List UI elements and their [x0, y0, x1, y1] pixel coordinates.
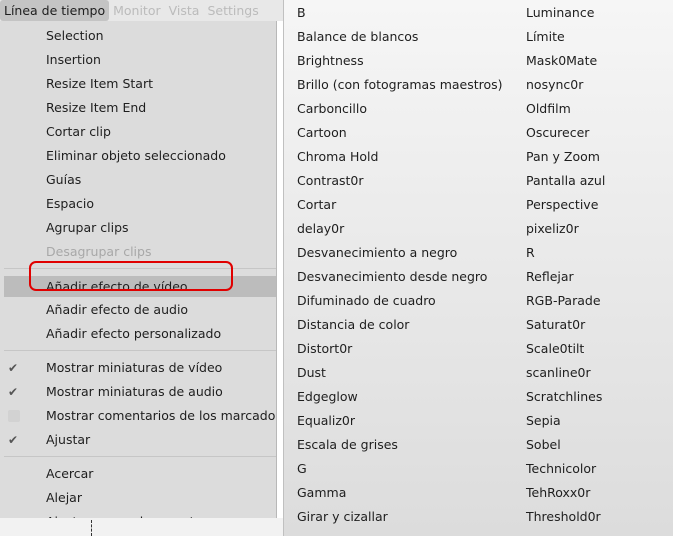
effect-item[interactable]: pixeliz0r [526, 217, 579, 241]
effect-item[interactable]: Girar y cizallar [297, 505, 388, 529]
effect-item[interactable]: Cortar [297, 193, 336, 217]
menu-item-anadir-efecto-personalizado[interactable]: Añadir efecto personalizado [0, 322, 276, 346]
effect-item[interactable]: Threshold0r [526, 505, 601, 529]
effect-item[interactable]: delay0r [297, 217, 344, 241]
menubar-settings[interactable]: Settings [203, 0, 262, 21]
effect-item[interactable]: R [526, 241, 535, 265]
checkbox-empty-icon[interactable] [8, 410, 20, 422]
effect-item[interactable]: Saturat0r [526, 313, 585, 337]
menu-item-selection[interactable]: Selection [0, 24, 276, 48]
menu-item-espacio[interactable]: Espacio [0, 192, 276, 216]
menu-item-label: Ajustar [46, 432, 91, 447]
menu-item-label: Cortar clip [46, 124, 111, 139]
menu-item-agrupar-clips[interactable]: Agrupar clips [0, 216, 276, 240]
checkmark-icon[interactable]: ✔ [8, 380, 22, 404]
menu-item-mostrar-miniaturas-de-video[interactable]: ✔ Mostrar miniaturas de vídeo [0, 356, 276, 380]
menu-item-label: Acercar [46, 466, 94, 481]
checkmark-icon[interactable]: ✔ [8, 356, 22, 380]
menu-item-label: Desagrupar clips [46, 244, 152, 259]
menu-separator [4, 350, 276, 351]
menu-item-insertion[interactable]: Insertion [0, 48, 276, 72]
effect-item[interactable]: Brillo (con fotogramas maestros) [297, 73, 503, 97]
menu-item-acercar[interactable]: Acercar [0, 462, 276, 486]
menubar-vista[interactable]: Vista [165, 0, 204, 21]
menu-item-anadir-efecto-de-audio[interactable]: Añadir efecto de audio [0, 298, 276, 322]
effect-item[interactable]: Límite [526, 25, 565, 49]
menu-item-resize-item-start[interactable]: Resize Item Start [0, 72, 276, 96]
effect-item[interactable]: Technicolor [526, 457, 596, 481]
effect-item[interactable]: Dust [297, 361, 326, 385]
effect-item[interactable]: Pan y Zoom [526, 145, 600, 169]
effect-item[interactable]: Chroma Hold [297, 145, 378, 169]
effect-item[interactable]: Scratchlines [526, 385, 602, 409]
menu-item-label: Mostrar miniaturas de vídeo [46, 360, 223, 375]
effect-item[interactable]: Distort0r [297, 337, 352, 361]
menu-item-eliminar-objeto-seleccionado[interactable]: Eliminar objeto seleccionado [0, 144, 276, 168]
menu-item-label: Añadir efecto de audio [46, 302, 189, 317]
effect-item[interactable]: nosync0r [526, 73, 583, 97]
effect-item[interactable]: RGB-Parade [526, 289, 601, 313]
menu-item-label: Añadir efecto personalizado [46, 326, 222, 341]
effect-item[interactable]: Mask0Mate [526, 49, 597, 73]
effect-item[interactable]: Desvanecimiento desde negro [297, 265, 487, 289]
effect-item[interactable]: Carboncillo [297, 97, 367, 121]
effect-item[interactable]: Luminance [526, 1, 594, 25]
effect-item[interactable]: Gamma [297, 481, 346, 505]
menu-item-label: Mostrar comentarios de los marcadores [46, 408, 276, 423]
menu-item-resize-item-end[interactable]: Resize Item End [0, 96, 276, 120]
effect-item[interactable]: Difuminado de cuadro [297, 289, 436, 313]
annotation-highlight-box [29, 261, 233, 291]
effect-item[interactable]: Escala de grises [297, 433, 398, 457]
menu-item-label: Resize Item Start [46, 76, 153, 91]
menu-item-label: Agrupar clips [46, 220, 129, 235]
menu-item-cortar-clip[interactable]: Cortar clip [0, 120, 276, 144]
menu-item-label: Espacio [46, 196, 94, 211]
video-effects-submenu: B Balance de blancos Brightness Brillo (con… [283, 0, 673, 536]
effect-item[interactable]: Pantalla azul [526, 169, 605, 193]
effect-item[interactable]: Oscurecer [526, 121, 589, 145]
effect-item[interactable]: Oldfilm [526, 97, 571, 121]
menu-item-label: Selection [46, 28, 104, 43]
effect-item[interactable]: Scale0tilt [526, 337, 584, 361]
playhead-marker [91, 520, 92, 536]
menubar: Línea de tiempo Monitor Vista Settings [0, 0, 283, 21]
effect-item[interactable]: Brightness [297, 49, 364, 73]
menu-separator [4, 456, 276, 457]
menu-item-label: Eliminar objeto seleccionado [46, 148, 226, 163]
effect-item[interactable]: Equaliz0r [297, 409, 355, 433]
menu-item-mostrar-comentarios-de-los-marcadores[interactable]: Mostrar comentarios de los marcadores [0, 404, 276, 428]
effect-item[interactable]: B [297, 1, 306, 25]
effect-item[interactable]: Desvanecimiento a negro [297, 241, 457, 265]
menubar-línea-de-tiempo[interactable]: Línea de tiempo [0, 0, 110, 21]
menu-item-label: Guías [46, 172, 82, 187]
effect-item[interactable]: TehRoxx0r [526, 481, 590, 505]
effect-item[interactable]: Edgeglow [297, 385, 358, 409]
menu-item-guias[interactable]: Guías [0, 168, 276, 192]
effect-item[interactable]: Balance de blancos [297, 25, 418, 49]
effect-item[interactable]: Distancia de color [297, 313, 409, 337]
effect-item[interactable]: Perspective [526, 193, 598, 217]
menu-item-ajustar[interactable]: ✔ Ajustar [0, 428, 276, 452]
menu-item-label: Insertion [46, 52, 101, 67]
menu-item-mostrar-miniaturas-de-audio[interactable]: ✔ Mostrar miniaturas de audio [0, 380, 276, 404]
menubar-monitor[interactable]: Monitor [109, 0, 165, 21]
menu-item-label: Alejar [46, 490, 82, 505]
effect-item[interactable]: Sobel [526, 433, 561, 457]
effect-item[interactable]: Contrast0r [297, 169, 364, 193]
menu-item-label: Resize Item End [46, 100, 147, 115]
checkmark-icon[interactable]: ✔ [8, 428, 22, 452]
effect-item[interactable]: Reflejar [526, 265, 574, 289]
menu-item-alejar[interactable]: Alejar [0, 486, 276, 510]
timeline-strip [0, 518, 283, 536]
effect-item[interactable]: G [297, 457, 307, 481]
effect-item[interactable]: Sepia [526, 409, 561, 433]
menu-item-label: Mostrar miniaturas de audio [46, 384, 223, 399]
effect-item[interactable]: Cartoon [297, 121, 347, 145]
effect-item[interactable]: scanline0r [526, 361, 591, 385]
